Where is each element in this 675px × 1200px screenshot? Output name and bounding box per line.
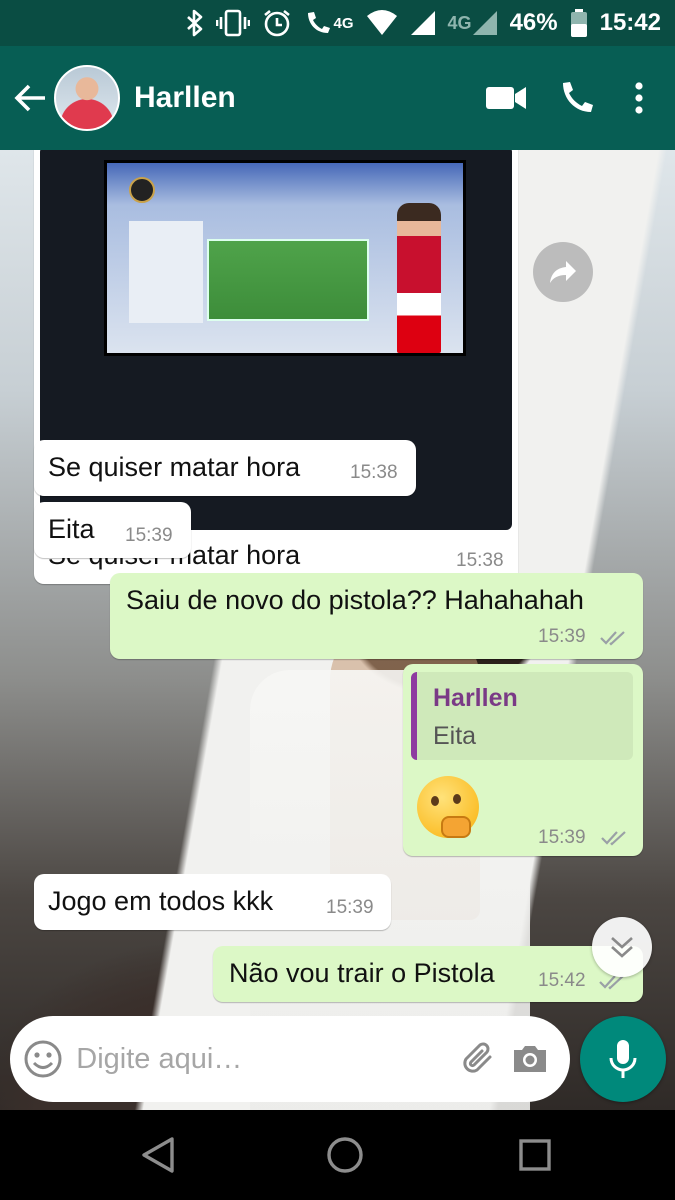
- bluetooth-icon: [186, 8, 204, 38]
- more-vert-icon: [635, 82, 643, 114]
- status-bar: 4G 4G 46% 15:42: [0, 0, 675, 46]
- message-bubble[interactable]: Eita 15:39: [34, 502, 191, 558]
- contact-name[interactable]: Harllen: [134, 81, 471, 115]
- battery-icon: [570, 8, 588, 38]
- signal-icon: [410, 8, 436, 38]
- message-bubble[interactable]: Saiu de novo do pistola?? Hahahahah 15:3…: [110, 573, 643, 659]
- message-composer: [10, 1016, 570, 1102]
- camera-button[interactable]: [505, 1016, 556, 1102]
- message-bubble[interactable]: Jogo em todos kkk 15:39: [34, 874, 391, 930]
- signal-icon-secondary: 4G: [448, 8, 498, 38]
- attach-button[interactable]: [453, 1016, 504, 1102]
- message-time: 15:39: [125, 525, 173, 546]
- emoji-button[interactable]: [10, 1016, 76, 1102]
- double-chevron-down-icon: [611, 937, 633, 958]
- voice-record-button[interactable]: [580, 1016, 666, 1102]
- message-bubble[interactable]: Não vou trair o Pistola 15:42: [213, 946, 643, 1002]
- game-screenshot: [104, 160, 466, 356]
- video-call-button[interactable]: [471, 46, 541, 150]
- status-time: 15:42: [599, 9, 661, 36]
- square-recents-icon: [519, 1139, 551, 1171]
- network-label-primary: 4G: [333, 14, 354, 32]
- read-ticks-icon: [601, 831, 626, 846]
- circle-home-icon: [327, 1137, 363, 1173]
- wifi-icon: [366, 8, 398, 38]
- triangle-back-icon: [142, 1137, 174, 1173]
- battery-percentage: 46%: [509, 9, 558, 36]
- message-time: 15:39: [538, 626, 586, 647]
- thinking-face-emoji: [417, 776, 479, 838]
- scroll-to-bottom-button[interactable]: [592, 917, 652, 977]
- forward-button[interactable]: [533, 242, 593, 302]
- more-options-button[interactable]: [611, 46, 667, 150]
- message-text: Saiu de novo do pistola?? Hahahahah: [126, 585, 584, 615]
- reply-message[interactable]: Harllen Eita 15:39: [403, 664, 643, 856]
- forward-icon: [550, 261, 576, 283]
- microphone-icon: [609, 1040, 637, 1078]
- video-call-icon: [486, 87, 526, 109]
- chat-header: Harllen: [0, 46, 675, 150]
- message-time: 15:39: [538, 827, 586, 848]
- network-label-secondary: 4G: [447, 12, 472, 33]
- camera-icon: [514, 1046, 547, 1072]
- phone-icon: [563, 82, 593, 112]
- quoted-text: Eita: [433, 722, 477, 750]
- smiley-icon: [24, 1040, 62, 1078]
- message-text: Não vou trair o Pistola: [229, 958, 495, 988]
- message-time: 15:42: [538, 970, 586, 991]
- message-text: Eita: [48, 514, 95, 544]
- nav-recents-button[interactable]: [510, 1130, 560, 1180]
- alarm-icon: [262, 8, 292, 38]
- navigation-bar: [0, 1110, 675, 1200]
- message-time: 15:39: [326, 897, 374, 918]
- back-arrow-icon: [14, 84, 45, 112]
- avatar[interactable]: [54, 65, 120, 131]
- message-text: Se quiser matar hora: [48, 452, 301, 482]
- message-time: 15:38: [456, 550, 504, 571]
- message-text: Jogo em todos kkk: [48, 886, 274, 916]
- nav-home-button[interactable]: [320, 1130, 370, 1180]
- volte-call-icon: 4G: [304, 8, 354, 38]
- back-button[interactable]: [0, 46, 60, 150]
- quoted-author: Harllen: [433, 684, 518, 712]
- paperclip-icon: [463, 1042, 492, 1073]
- message-time: 15:38: [350, 462, 398, 483]
- vibrate-icon: [215, 8, 250, 38]
- nav-back-button[interactable]: [133, 1130, 183, 1180]
- chat-area[interactable]: Se quiser matar hora 15:38 Se quiser mat…: [0, 150, 675, 1110]
- message-bubble[interactable]: Se quiser matar hora 15:38: [34, 440, 416, 496]
- message-input[interactable]: [76, 1029, 454, 1089]
- voice-call-button[interactable]: [541, 46, 611, 150]
- read-ticks-icon: [600, 631, 625, 646]
- quoted-message[interactable]: Harllen Eita: [411, 672, 633, 760]
